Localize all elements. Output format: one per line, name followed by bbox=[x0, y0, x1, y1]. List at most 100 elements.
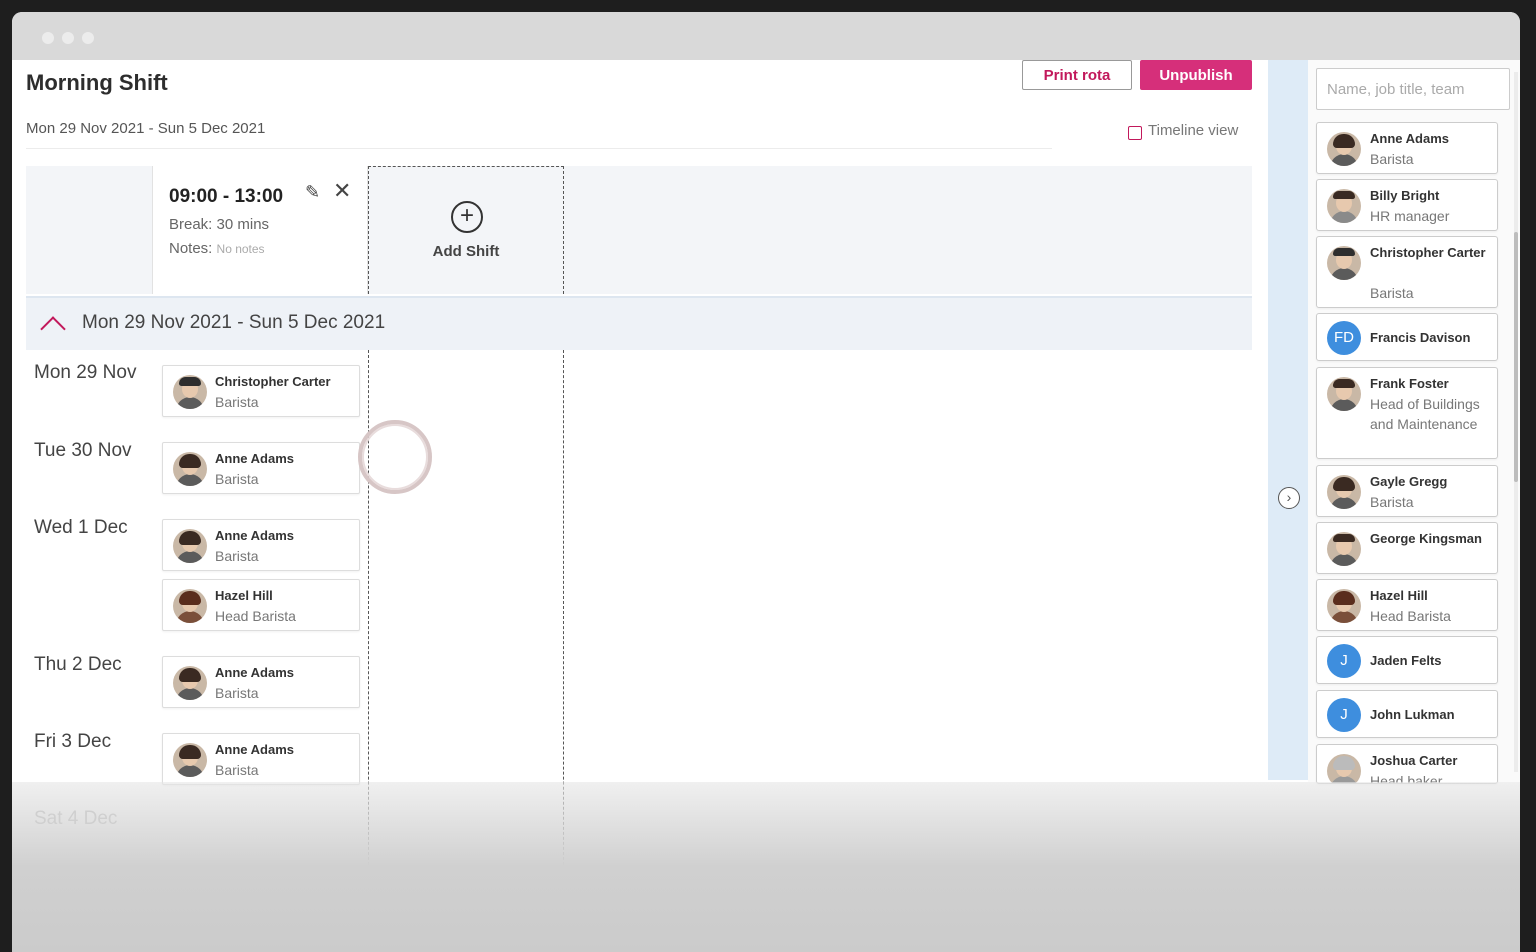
page-title: Morning Shift bbox=[26, 70, 168, 95]
window-dot-minimize[interactable] bbox=[62, 32, 74, 44]
sidebar-scrollbar[interactable] bbox=[1514, 72, 1518, 772]
cursor-click-indicator bbox=[358, 420, 432, 494]
employee-role: Barista bbox=[1370, 494, 1414, 510]
assignment-role: Barista bbox=[215, 762, 259, 778]
unpublish-button[interactable]: Unpublish bbox=[1140, 60, 1252, 90]
timeline-view-link[interactable]: Timeline view bbox=[1128, 122, 1239, 140]
assignment-role: Barista bbox=[215, 394, 259, 410]
assignment-name: Anne Adams bbox=[215, 451, 294, 466]
assignment-card[interactable]: Anne Adams Barista bbox=[162, 519, 360, 571]
employee-card[interactable]: Joshua Carter Head baker bbox=[1316, 744, 1498, 784]
assignment-card[interactable]: Anne Adams Barista bbox=[162, 442, 360, 494]
employee-name: Billy Bright bbox=[1370, 188, 1440, 203]
assignment-role: Barista bbox=[215, 685, 259, 701]
employee-name: Christopher Carter bbox=[1370, 245, 1486, 260]
avatar bbox=[173, 529, 207, 563]
avatar bbox=[1327, 754, 1361, 783]
avatar bbox=[1327, 246, 1361, 280]
assignment-name: Anne Adams bbox=[215, 528, 294, 543]
avatar: FD bbox=[1327, 321, 1361, 355]
add-shift-button[interactable]: + Add Shift bbox=[368, 166, 564, 294]
close-icon[interactable]: ✕ bbox=[333, 178, 351, 204]
print-rota-button[interactable]: Print rota bbox=[1022, 60, 1132, 90]
employee-name: Gayle Gregg bbox=[1370, 474, 1448, 489]
divider bbox=[26, 148, 1052, 149]
employee-role: Barista bbox=[1370, 151, 1414, 167]
scrollbar-thumb[interactable] bbox=[1514, 232, 1518, 482]
employee-name: Anne Adams bbox=[1370, 131, 1449, 146]
avatar: J bbox=[1327, 698, 1361, 732]
assignment-name: Hazel Hill bbox=[215, 588, 273, 603]
window-dot-close[interactable] bbox=[42, 32, 54, 44]
assignment-name: Anne Adams bbox=[215, 665, 294, 680]
avatar bbox=[1327, 475, 1361, 509]
day-label: Tue 30 Nov bbox=[34, 440, 132, 461]
avatar bbox=[1327, 132, 1361, 166]
employee-card[interactable]: Anne Adams Barista bbox=[1316, 122, 1498, 174]
day-label: Mon 29 Nov bbox=[34, 362, 137, 383]
employee-name: Frank Foster bbox=[1370, 376, 1449, 391]
employee-card[interactable]: Christopher Carter Barista bbox=[1316, 236, 1498, 308]
assignment-role: Barista bbox=[215, 548, 259, 564]
panel-gutter bbox=[1268, 60, 1308, 780]
employee-name: George Kingsman bbox=[1370, 531, 1482, 546]
assignment-name: Anne Adams bbox=[215, 742, 294, 757]
week-label: Mon 29 Nov 2021 - Sun 5 Dec 2021 bbox=[82, 312, 386, 333]
employee-name: Hazel Hill bbox=[1370, 588, 1428, 603]
avatar bbox=[1327, 532, 1361, 566]
employee-card[interactable]: Billy Bright HR manager bbox=[1316, 179, 1498, 231]
avatar bbox=[173, 666, 207, 700]
avatar bbox=[1327, 377, 1361, 411]
shift-break: Break: 30 mins bbox=[169, 216, 270, 233]
employee-role: Head Barista bbox=[1370, 608, 1451, 624]
notes-value: No notes bbox=[216, 242, 265, 256]
week-header[interactable]: Mon 29 Nov 2021 - Sun 5 Dec 2021 bbox=[26, 296, 1252, 350]
timeline-view-label: Timeline view bbox=[1148, 122, 1239, 139]
employee-name: Joshua Carter bbox=[1370, 753, 1458, 768]
avatar bbox=[1327, 189, 1361, 223]
chevron-right-circle-icon[interactable]: › bbox=[1278, 487, 1300, 509]
avatar bbox=[173, 375, 207, 409]
assignment-role: Head Barista bbox=[215, 608, 296, 624]
chevron-up-icon[interactable] bbox=[40, 316, 66, 342]
employee-card[interactable]: Gayle Gregg Barista bbox=[1316, 465, 1498, 517]
window-dot-maximize[interactable] bbox=[82, 32, 94, 44]
employee-name: Francis Davison bbox=[1370, 330, 1471, 345]
employee-search-input[interactable] bbox=[1316, 68, 1510, 110]
shift-card[interactable]: 09:00 - 13:00 ✎ ✕ Break: 30 mins Notes: … bbox=[152, 166, 368, 294]
plus-circle-icon: + bbox=[451, 201, 483, 233]
shift-notes: Notes: No notes bbox=[169, 240, 265, 257]
employee-role: Barista bbox=[1370, 285, 1414, 301]
assignment-role: Barista bbox=[215, 471, 259, 487]
assignment-name: Christopher Carter bbox=[215, 374, 331, 389]
assignment-card[interactable]: Anne Adams Barista bbox=[162, 733, 360, 785]
avatar bbox=[173, 589, 207, 623]
employee-card[interactable]: FD Francis Davison bbox=[1316, 313, 1498, 361]
avatar bbox=[173, 743, 207, 777]
day-label: Wed 1 Dec bbox=[34, 517, 128, 538]
date-range: Mon 29 Nov 2021 - Sun 5 Dec 2021 bbox=[26, 120, 266, 137]
timeline-icon bbox=[1128, 125, 1142, 140]
employee-card[interactable]: Hazel Hill Head Barista bbox=[1316, 579, 1498, 631]
assignment-card[interactable]: Hazel Hill Head Barista bbox=[162, 579, 360, 631]
employee-card[interactable]: Frank Foster Head of Buildings and Maint… bbox=[1316, 367, 1498, 459]
employee-card[interactable]: George Kingsman bbox=[1316, 522, 1498, 574]
add-shift-label: Add Shift bbox=[432, 243, 500, 260]
assignment-card[interactable]: Anne Adams Barista bbox=[162, 656, 360, 708]
title-bar bbox=[12, 12, 1520, 60]
shift-time: 09:00 - 13:00 bbox=[169, 186, 284, 207]
day-label: Thu 2 Dec bbox=[34, 654, 122, 675]
app-window: Morning Shift Mon 29 Nov 2021 - Sun 5 De… bbox=[12, 12, 1520, 952]
day-label: Sat 4 Dec bbox=[34, 808, 118, 829]
employee-name: John Lukman bbox=[1370, 707, 1455, 722]
employee-sidebar: Anne Adams Barista Billy Bright HR manag… bbox=[1308, 60, 1520, 784]
employee-card[interactable]: J John Lukman bbox=[1316, 690, 1498, 738]
notes-label: Notes: bbox=[169, 240, 213, 257]
bottom-fade: Sat 4 Dec bbox=[12, 782, 1520, 952]
avatar bbox=[173, 452, 207, 486]
assignment-card[interactable]: Christopher Carter Barista bbox=[162, 365, 360, 417]
employee-role: HR manager bbox=[1370, 208, 1450, 224]
pencil-icon[interactable]: ✎ bbox=[305, 182, 320, 203]
employee-card[interactable]: J Jaden Felts bbox=[1316, 636, 1498, 684]
day-label: Fri 3 Dec bbox=[34, 731, 112, 752]
